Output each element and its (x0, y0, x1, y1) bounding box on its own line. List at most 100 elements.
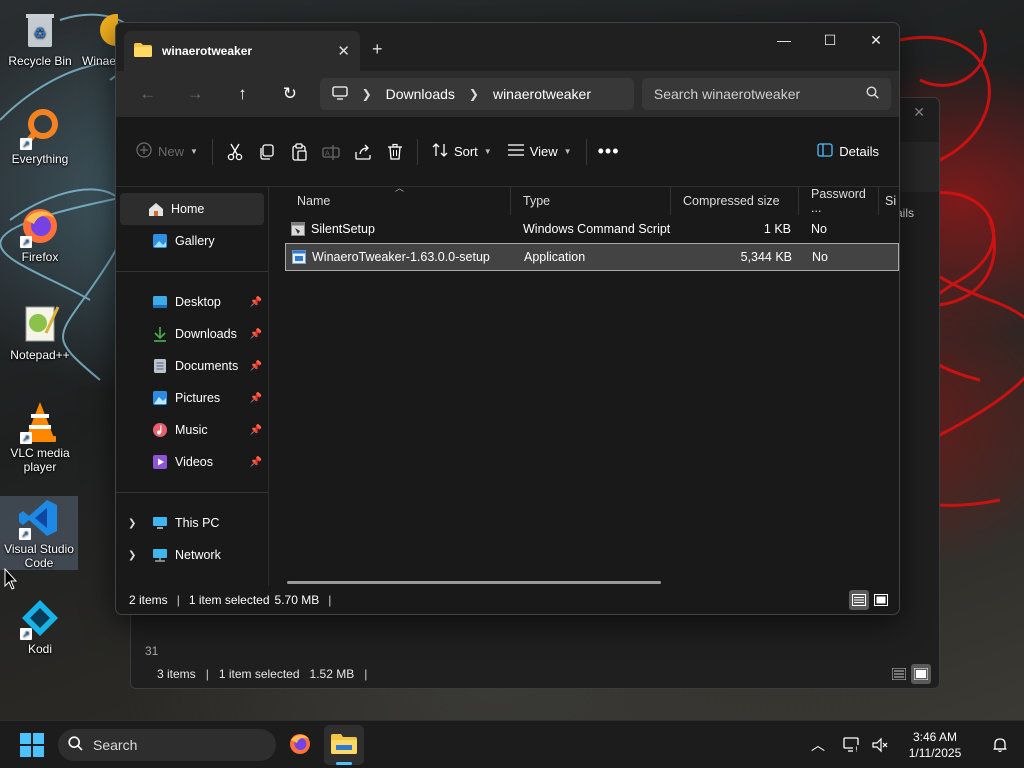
minimize-icon[interactable]: — (761, 25, 807, 55)
taskbar-file-explorer[interactable] (324, 725, 364, 765)
column-compressed-size[interactable]: Compressed size (671, 187, 799, 215)
sidebar-item-videos[interactable]: Videos 📌 (120, 446, 264, 478)
desktop-icon-vlc[interactable]: ↗ VLC media player (0, 400, 80, 474)
breadcrumb-downloads[interactable]: Downloads (386, 86, 455, 102)
chevron-right-icon[interactable]: ❯ (128, 518, 136, 529)
view-button[interactable]: View ▼ (500, 135, 580, 169)
delete-icon[interactable] (379, 135, 411, 169)
chevron-right-icon[interactable]: ❯ (469, 87, 479, 101)
script-file-icon (291, 222, 305, 236)
sort-icon (432, 142, 448, 161)
rename-icon[interactable]: A (315, 135, 347, 169)
status-size: 5.70 MB (274, 593, 320, 607)
share-icon[interactable] (347, 135, 379, 169)
sort-ascending-icon: ︿ (395, 183, 405, 193)
search-box[interactable] (641, 78, 891, 110)
pin-icon[interactable]: 📌 (250, 393, 262, 404)
table-row[interactable]: SilentSetup Windows Command Script 1 KB … (285, 215, 899, 243)
sidebar-item-documents[interactable]: Documents 📌 (120, 350, 264, 382)
chevron-up-icon[interactable]: ︿ (804, 729, 832, 761)
back-arrow-icon[interactable]: ← (124, 78, 171, 110)
desktop-icon-everything[interactable]: ↗ Everything (0, 106, 80, 166)
horizontal-scrollbar[interactable] (287, 581, 661, 584)
videos-icon (152, 454, 168, 470)
column-size[interactable]: Si (879, 187, 899, 215)
address-bar: ← → ↑ ↻ ❯ Downloads ❯ winaerotweaker (116, 71, 899, 117)
more-options-icon[interactable]: ••• (593, 135, 625, 169)
clock-date: 1/11/2025 (908, 746, 962, 760)
search-input[interactable] (653, 86, 854, 102)
pictures-icon (152, 390, 168, 406)
desktop-icon-recycle-bin[interactable]: ♻ Recycle Bin (0, 8, 80, 68)
network-status-icon[interactable]: ! (838, 729, 866, 761)
up-arrow-icon[interactable]: ↑ (219, 78, 266, 110)
status-selected: 1 item selected (188, 593, 270, 607)
tiles-view-icon[interactable] (871, 590, 891, 610)
chevron-right-icon[interactable]: ❯ (362, 87, 372, 101)
svg-text:!: ! (855, 746, 858, 754)
tiles-view-icon[interactable] (911, 664, 931, 684)
shortcut-arrow-icon: ↗ (20, 138, 32, 150)
details-view-icon[interactable] (849, 590, 869, 610)
desktop-icon-winaero[interactable]: Winae (70, 8, 120, 68)
sidebar-item-desktop[interactable]: Desktop 📌 (120, 286, 264, 318)
breadcrumb-winaerotweaker[interactable]: winaerotweaker (493, 86, 591, 102)
desktop-icon-kodi[interactable]: ↗ Kodi (0, 596, 80, 656)
cut-icon[interactable] (219, 135, 251, 169)
column-type[interactable]: Type (511, 187, 671, 215)
windows-start-icon[interactable] (20, 733, 44, 757)
desktop-icon-firefox[interactable]: ↗ Firefox (0, 204, 80, 264)
sidebar-item-music[interactable]: Music 📌 (120, 414, 264, 446)
music-icon (152, 422, 168, 438)
everything-icon: ↗ (18, 106, 62, 150)
details-view-icon[interactable] (889, 664, 909, 684)
chevron-right-icon[interactable]: ❯ (128, 550, 136, 561)
file-explorer-window[interactable]: winaerotweaker ✕ + — ☐ ✕ ← → ↑ ↻ ❯ Downl… (115, 22, 900, 615)
sidebar-item-downloads[interactable]: Downloads 📌 (120, 318, 264, 350)
close-icon[interactable]: ✕ (913, 104, 925, 121)
sidebar-item-home[interactable]: Home (120, 193, 264, 225)
chevron-down-icon: ▼ (190, 147, 198, 156)
tab-winaerotweaker[interactable]: winaerotweaker ✕ (124, 31, 360, 71)
table-row[interactable]: WinaeroTweaker-1.63.0.0-setup Applicatio… (285, 243, 899, 271)
sidebar-item-gallery[interactable]: Gallery (120, 225, 264, 257)
desktop-icon-notepadpp[interactable]: Notepad++ (0, 302, 80, 362)
pin-icon[interactable]: 📌 (250, 425, 262, 436)
refresh-icon[interactable]: ↻ (266, 78, 313, 110)
file-list[interactable]: ︿ Name Type Compressed size Password ...… (269, 183, 899, 586)
taskbar-firefox[interactable] (280, 725, 320, 765)
details-pane-button[interactable]: Details (809, 135, 887, 169)
clock[interactable]: 3:46 AM 1/11/2025 (894, 729, 980, 761)
column-headers: ︿ Name Type Compressed size Password ...… (269, 183, 899, 215)
sidebar-item-network[interactable]: ❯ Network (120, 539, 264, 571)
title-bar[interactable]: winaerotweaker ✕ + — ☐ ✕ (116, 23, 899, 71)
volume-muted-icon[interactable] (866, 729, 894, 761)
notification-bell-icon[interactable] (986, 729, 1014, 761)
close-tab-icon[interactable]: ✕ (337, 42, 350, 60)
paste-icon[interactable] (283, 135, 315, 169)
status-item-count: 3 items (157, 667, 196, 681)
taskbar-search[interactable]: Search (58, 729, 276, 761)
pin-icon[interactable]: 📌 (250, 329, 262, 340)
pin-icon[interactable]: 📌 (250, 457, 262, 468)
search-icon[interactable] (866, 86, 879, 102)
forward-arrow-icon[interactable]: → (171, 78, 218, 110)
close-icon[interactable]: ✕ (853, 25, 899, 55)
maximize-icon[interactable]: ☐ (807, 25, 853, 55)
monitor-icon[interactable] (331, 85, 348, 103)
copy-icon[interactable] (251, 135, 283, 169)
pin-icon[interactable]: 📌 (250, 297, 262, 308)
desktop-icon-vscode[interactable]: ↗ Visual Studio Code (0, 496, 78, 570)
sidebar-item-this-pc[interactable]: ❯ This PC (120, 507, 264, 539)
new-tab-icon[interactable]: + (372, 39, 383, 59)
shortcut-arrow-icon: ↗ (20, 432, 32, 444)
sort-button[interactable]: Sort ▼ (424, 135, 500, 169)
sidebar-item-pictures[interactable]: Pictures 📌 (120, 382, 264, 414)
kodi-icon: ↗ (18, 596, 62, 640)
column-password[interactable]: Password ... (799, 187, 879, 215)
recycle-bin-icon: ♻ (18, 8, 62, 52)
breadcrumb[interactable]: ❯ Downloads ❯ winaerotweaker (319, 78, 634, 110)
new-button[interactable]: New ▼ (128, 135, 206, 169)
pin-icon[interactable]: 📌 (250, 361, 262, 372)
svg-text:♻: ♻ (34, 26, 47, 42)
